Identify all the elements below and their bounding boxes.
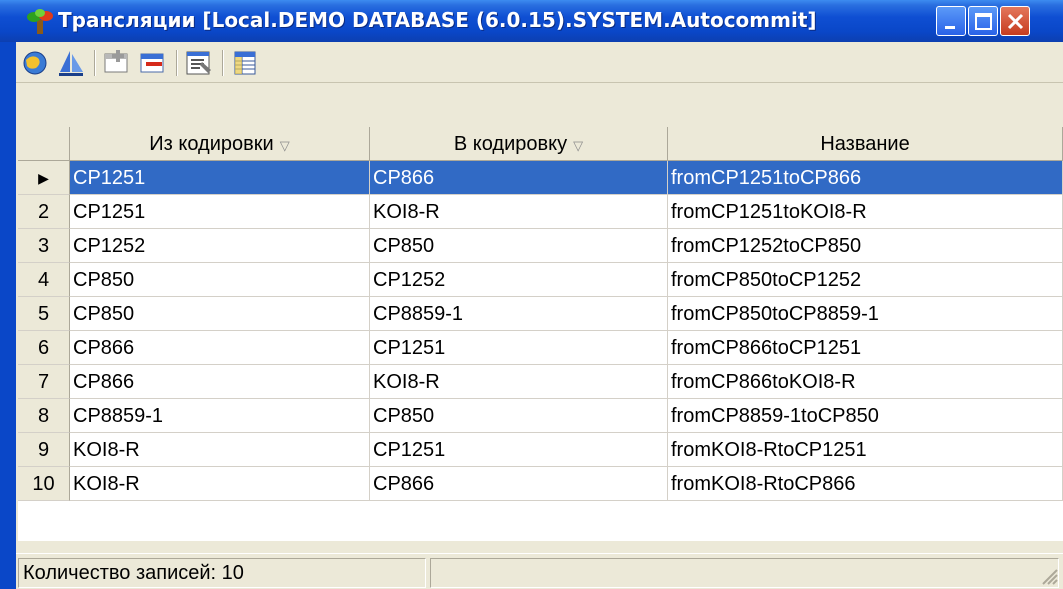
title-bar[interactable]: Трансляции [Local.DEMO DATABASE (6.0.15)… <box>0 0 1063 42</box>
cell-to[interactable]: CP866 <box>370 467 668 501</box>
column-header-name-label: Название <box>820 133 910 155</box>
row-number: 6 <box>18 331 70 365</box>
cell-to[interactable]: KOI8-R <box>370 195 668 229</box>
cell-from[interactable]: KOI8-R <box>70 467 370 501</box>
app-plant-icon <box>26 8 54 34</box>
cell-from[interactable]: CP1251 <box>70 161 370 195</box>
row-number: 4 <box>18 263 70 297</box>
cell-name[interactable]: fromCP1251toKOI8-R <box>668 195 1063 229</box>
cell-to[interactable]: KOI8-R <box>370 365 668 399</box>
cell-from[interactable]: CP1251 <box>70 195 370 229</box>
window-title: Трансляции [Local.DEMO DATABASE (6.0.15)… <box>58 8 817 32</box>
toolbar-separator <box>222 50 224 76</box>
status-bar: Количество записей: 10 <box>16 553 1063 589</box>
window-border <box>0 42 16 589</box>
table-row[interactable]: 6 CP866 CP1251 fromCP866toCP1251 <box>18 331 1063 365</box>
table-row[interactable]: 3 CP1252 CP850 fromCP1252toCP850 <box>18 229 1063 263</box>
cell-name[interactable]: fromCP866toKOI8-R <box>668 365 1063 399</box>
cell-name[interactable]: fromCP866toCP1251 <box>668 331 1063 365</box>
row-number: 5 <box>18 297 70 331</box>
cell-name[interactable]: fromCP850toCP1252 <box>668 263 1063 297</box>
row-number: 9 <box>18 433 70 467</box>
row-header-corner <box>18 127 70 161</box>
refresh-globe-icon[interactable] <box>20 48 50 78</box>
cell-name[interactable]: fromCP1252toCP850 <box>668 229 1063 263</box>
table-row[interactable]: 2 CP1251 KOI8-R fromCP1251toKOI8-R <box>18 195 1063 229</box>
cell-from[interactable]: CP850 <box>70 297 370 331</box>
translations-window: Трансляции [Local.DEMO DATABASE (6.0.15)… <box>0 0 1063 589</box>
toolbar <box>16 42 1063 83</box>
cell-to[interactable]: CP866 <box>370 161 668 195</box>
row-number: 3 <box>18 229 70 263</box>
current-row-marker-icon: ▶ <box>18 161 70 195</box>
cell-name[interactable]: fromCP1251toCP866 <box>668 161 1063 195</box>
table-row[interactable]: ▶ CP1251 CP866 fromCP1251toCP866 <box>18 161 1063 195</box>
minimize-button[interactable] <box>936 6 966 36</box>
cell-name[interactable]: fromKOI8-RtoCP866 <box>668 467 1063 501</box>
cell-to[interactable]: CP1252 <box>370 263 668 297</box>
cell-to[interactable]: CP1251 <box>370 331 668 365</box>
cell-name[interactable]: fromKOI8-RtoCP1251 <box>668 433 1063 467</box>
row-number: 7 <box>18 365 70 399</box>
sort-indicator-icon: ▽ <box>279 138 290 153</box>
sail-icon[interactable] <box>56 48 86 78</box>
table-row[interactable]: 10 KOI8-R CP866 fromKOI8-RtoCP866 <box>18 467 1063 501</box>
cell-from[interactable]: CP866 <box>70 331 370 365</box>
sort-indicator-icon: ▽ <box>573 138 584 153</box>
cell-from[interactable]: CP1252 <box>70 229 370 263</box>
toolbar-separator <box>94 50 96 76</box>
cell-name[interactable]: fromCP850toCP8859-1 <box>668 297 1063 331</box>
row-number: 10 <box>18 467 70 501</box>
cell-to[interactable]: CP850 <box>370 229 668 263</box>
cell-to[interactable]: CP1251 <box>370 433 668 467</box>
resize-grip-icon[interactable] <box>1037 564 1059 586</box>
maximize-button[interactable] <box>968 6 998 36</box>
status-pane-empty <box>430 558 1059 588</box>
cell-name[interactable]: fromCP8859-1toCP850 <box>668 399 1063 433</box>
column-header-from-label: Из кодировки <box>149 133 274 155</box>
cell-from[interactable]: KOI8-R <box>70 433 370 467</box>
delete-row-icon[interactable] <box>138 48 168 78</box>
row-number: 8 <box>18 399 70 433</box>
table-row[interactable]: 7 CP866 KOI8-R fromCP866toKOI8-R <box>18 365 1063 399</box>
table-row[interactable]: 5 CP850 CP8859-1 fromCP850toCP8859-1 <box>18 297 1063 331</box>
table-icon[interactable] <box>230 48 260 78</box>
add-row-icon[interactable] <box>102 48 132 78</box>
cell-from[interactable]: CP850 <box>70 263 370 297</box>
record-count: Количество записей: 10 <box>18 558 426 588</box>
column-header-name[interactable]: Название <box>668 127 1063 161</box>
row-number: 2 <box>18 195 70 229</box>
table-row[interactable]: 4 CP850 CP1252 fromCP850toCP1252 <box>18 263 1063 297</box>
column-header-to[interactable]: В кодировку ▽ <box>370 127 668 161</box>
cell-to[interactable]: CP850 <box>370 399 668 433</box>
column-header-from[interactable]: Из кодировки ▽ <box>70 127 370 161</box>
cell-to[interactable]: CP8859-1 <box>370 297 668 331</box>
translations-grid: Из кодировки ▽ В кодировку ▽ Название ▶ CP… <box>18 127 1063 541</box>
table-row[interactable]: 8 CP8859-1 CP850 fromCP8859-1toCP850 <box>18 399 1063 433</box>
close-button[interactable] <box>1000 6 1030 36</box>
cell-from[interactable]: CP866 <box>70 365 370 399</box>
table-row[interactable]: 9 KOI8-R CP1251 fromKOI8-RtoCP1251 <box>18 433 1063 467</box>
properties-icon[interactable] <box>184 48 214 78</box>
toolbar-separator <box>176 50 178 76</box>
cell-from[interactable]: CP8859-1 <box>70 399 370 433</box>
column-header-to-label: В кодировку <box>453 133 568 155</box>
